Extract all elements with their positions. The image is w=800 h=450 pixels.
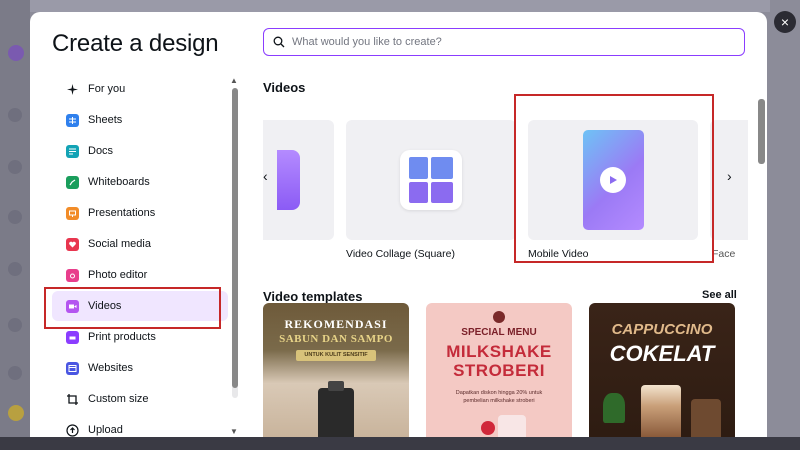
background-icon xyxy=(8,108,22,122)
video-template-card[interactable]: SPECIAL MENU MILKSHAKE STROBERI Dapatkan… xyxy=(426,303,572,437)
close-icon: × xyxy=(780,14,790,30)
main-scrollbar[interactable] xyxy=(758,87,765,437)
see-all-link[interactable]: See all xyxy=(702,289,737,301)
template-title: COKELAT xyxy=(609,341,715,366)
template-heading: CAPPUCCINO xyxy=(611,321,713,338)
collage-thumbnail xyxy=(400,150,462,210)
sidebar-item-label: Whiteboards xyxy=(88,176,150,188)
sidebar-item-label: For you xyxy=(88,83,126,95)
videos-section-title: Videos xyxy=(263,80,306,95)
category-sidebar: For you Sheets Docs Whiteboards Presenta… xyxy=(48,74,228,437)
video-card-label: Video Collage (Square) xyxy=(346,248,455,260)
sidebar-item-label: Websites xyxy=(88,362,134,374)
upload-icon xyxy=(66,423,79,437)
background-icon xyxy=(8,160,22,174)
sidebar-item-websites[interactable]: Websites xyxy=(52,353,228,383)
sidebar-item-label: Upload xyxy=(88,424,123,436)
logo-badge-icon xyxy=(493,311,505,323)
sidebar-item-label: Sheets xyxy=(88,114,123,126)
search-input[interactable] xyxy=(292,36,692,48)
background-icon xyxy=(8,262,22,276)
crop-icon xyxy=(66,393,79,406)
presentation-icon xyxy=(66,206,79,220)
sidebar-item-label: Social media xyxy=(88,238,151,250)
sidebar-item-docs[interactable]: Docs xyxy=(52,136,228,166)
background-badge xyxy=(8,405,24,421)
bottle-cap-image xyxy=(328,381,344,391)
video-card-collage[interactable] xyxy=(346,120,516,240)
website-icon xyxy=(66,361,79,375)
template-note: Dapatkan diskon hingga 20% untuk xyxy=(455,390,543,396)
search-icon xyxy=(272,35,286,49)
coffee-cup-image xyxy=(691,399,721,437)
sidebar-item-photo-editor[interactable]: Photo editor xyxy=(52,260,228,290)
scroll-up-arrow-icon[interactable]: ▲ xyxy=(230,76,238,85)
template-title: MILKSHAKE xyxy=(446,342,552,361)
sidebar-item-label: Presentations xyxy=(88,207,156,219)
background-canvas xyxy=(0,0,30,450)
printer-icon xyxy=(66,330,79,344)
template-heading: SPECIAL MENU xyxy=(461,327,537,338)
close-button[interactable]: × xyxy=(774,11,796,33)
whiteboard-icon xyxy=(66,175,79,189)
modal-title: Create a design xyxy=(52,30,219,57)
sidebar-item-whiteboards[interactable]: Whiteboards xyxy=(52,167,228,197)
heart-icon xyxy=(66,237,79,251)
milkshake-glass-image xyxy=(498,415,526,437)
carousel-next-arrow-icon[interactable]: › xyxy=(727,168,732,184)
sidebar-item-label: Custom size xyxy=(88,393,149,405)
video-card-partial[interactable] xyxy=(263,120,334,240)
sidebar-scrollbar-thumb[interactable] xyxy=(232,88,238,388)
sidebar-item-for-you[interactable]: For you xyxy=(52,74,228,104)
background-top xyxy=(30,0,770,12)
templates-section-title: Video templates xyxy=(263,289,363,304)
highlight-box-mobile-video xyxy=(514,94,714,263)
sidebar-item-sheets[interactable]: Sheets xyxy=(52,105,228,135)
strawberry-image xyxy=(481,421,495,435)
sidebar-item-presentations[interactable]: Presentations xyxy=(52,198,228,228)
coffee-glass-image xyxy=(641,385,681,437)
background-icon xyxy=(8,366,22,380)
sidebar-item-label: Print products xyxy=(88,331,156,343)
plant-image xyxy=(603,393,625,423)
highlight-box-videos xyxy=(44,287,221,329)
sidebar-item-social-media[interactable]: Social media xyxy=(52,229,228,259)
background-strip xyxy=(0,437,800,450)
sparkle-icon xyxy=(66,83,79,96)
background-avatar xyxy=(8,45,24,61)
video-template-card[interactable]: REKOMENDASI SABUN DAN SAMPO UNTUK KULIT … xyxy=(263,303,409,437)
carousel-prev-arrow-icon[interactable]: ‹ xyxy=(263,168,268,184)
sidebar-item-upload[interactable]: Upload xyxy=(52,415,228,437)
template-note: pembelian milkshake stroberi xyxy=(463,398,535,404)
docs-icon xyxy=(66,144,79,158)
background-icon xyxy=(8,318,22,332)
main-scrollbar-thumb[interactable] xyxy=(758,99,765,164)
template-heading: REKOMENDASI xyxy=(284,317,388,331)
video-card-label: Face xyxy=(712,248,736,260)
search-bar[interactable] xyxy=(263,28,745,56)
scroll-down-arrow-icon[interactable]: ▼ xyxy=(230,427,238,436)
template-title: STROBERI xyxy=(453,361,545,380)
template-tagline: UNTUK KULIT SENSITIF xyxy=(296,350,376,361)
video-template-card[interactable]: CAPPUCCINO COKELAT xyxy=(589,303,735,437)
template-subheading: SABUN DAN SAMPO xyxy=(279,333,393,345)
sidebar-item-custom-size[interactable]: Custom size xyxy=(52,384,228,414)
sidebar-item-label: Photo editor xyxy=(88,269,148,281)
sidebar-scrollbar[interactable] xyxy=(232,88,238,398)
video-thumbnail xyxy=(277,150,300,210)
product-bottle-image xyxy=(318,388,354,437)
background-icon xyxy=(8,210,22,224)
sheets-icon xyxy=(66,113,79,127)
camera-icon xyxy=(66,268,79,282)
sidebar-item-label: Docs xyxy=(88,145,114,157)
